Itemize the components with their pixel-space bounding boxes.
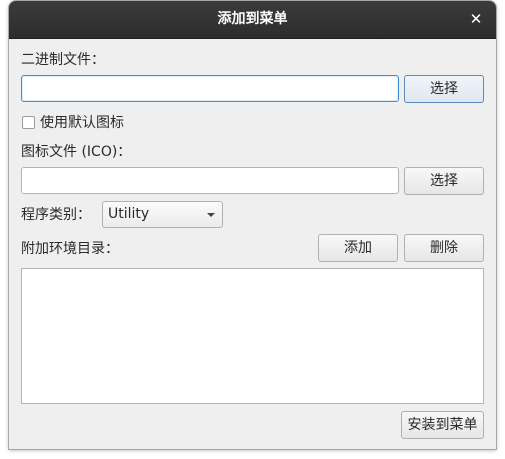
default-icon-label[interactable]: 使用默认图标 — [40, 114, 124, 132]
title-bar[interactable]: 添加到菜单 ✕ — [9, 1, 496, 39]
category-selected-value: Utility — [108, 206, 150, 222]
default-icon-checkbox[interactable] — [22, 116, 35, 129]
close-icon[interactable]: ✕ — [468, 11, 484, 27]
category-select[interactable]: Utility — [102, 201, 223, 228]
env-dirs-list[interactable] — [21, 268, 484, 404]
add-to-menu-dialog: 添加到菜单 ✕ 二进制文件： 选择 使用默认图标 图标文件 (ICO)： 选择 … — [9, 1, 496, 449]
dialog-title: 添加到菜单 — [217, 11, 288, 27]
category-label: 程序类别： — [21, 207, 91, 223]
binary-file-input[interactable] — [21, 75, 399, 102]
remove-dir-button[interactable]: 删除 — [404, 234, 484, 262]
binary-browse-button[interactable]: 选择 — [404, 75, 484, 103]
icon-file-input[interactable] — [21, 167, 399, 194]
add-dir-button[interactable]: 添加 — [318, 234, 398, 262]
env-dirs-label: 附加环境目录： — [21, 241, 119, 257]
install-to-menu-button[interactable]: 安装到菜单 — [401, 411, 484, 439]
icon-file-label: 图标文件 (ICO)： — [21, 144, 132, 160]
chevron-down-icon — [207, 213, 215, 217]
binary-file-label: 二进制文件： — [21, 52, 105, 68]
icon-browse-button[interactable]: 选择 — [404, 167, 484, 195]
